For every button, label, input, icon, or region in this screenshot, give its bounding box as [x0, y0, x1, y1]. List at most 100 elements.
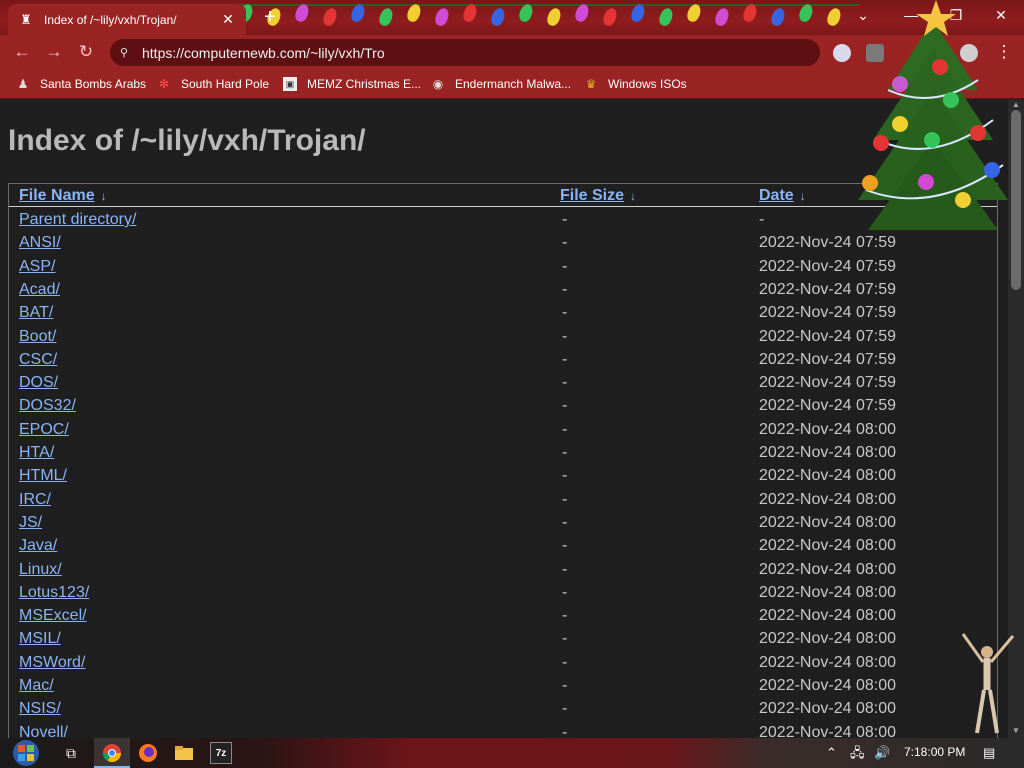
file-name-cell: Mac/: [19, 674, 54, 697]
directory-link[interactable]: NSIS/: [19, 700, 61, 717]
action-center-icon[interactable]: ▤: [983, 744, 995, 762]
trophy-icon: ♛: [585, 77, 597, 91]
directory-link[interactable]: Boot/: [19, 328, 56, 345]
file-explorer-icon[interactable]: [173, 742, 195, 764]
directory-link[interactable]: MSIL/: [19, 630, 61, 647]
bookmark-santa-bombs-arabs[interactable]: ♟ Santa Bombs Arabs: [16, 75, 146, 93]
directory-link[interactable]: HTA/: [19, 444, 54, 461]
file-name-cell: IRC/: [19, 488, 51, 511]
network-icon[interactable]: 🖧: [850, 744, 865, 762]
file-name-cell: ANSI/: [19, 231, 61, 254]
directory-link[interactable]: Novell/: [19, 724, 68, 738]
date-cell: 2022-Nov-24 07:59: [759, 350, 896, 368]
file-size-cell: -: [562, 560, 568, 578]
windows-taskbar: ⧉ 7z ⌃ 🖧 🔊 7:18:00 PM ▤: [0, 738, 1024, 768]
tab-close-icon[interactable]: ✕: [220, 11, 236, 28]
file-name-cell: JS/: [19, 511, 42, 534]
light-bulb-icon: [433, 6, 451, 28]
file-name-cell: HTML/: [19, 464, 67, 487]
column-header-file-name[interactable]: File Name ↓: [19, 184, 107, 207]
directory-link[interactable]: Parent directory/: [19, 211, 136, 228]
column-header-file-size[interactable]: File Size ↓: [560, 184, 636, 207]
table-row: Lotus123/ - 2022-Nov-24 08:00: [9, 581, 997, 604]
scrollbar-thumb[interactable]: [1011, 110, 1021, 290]
browser-tab[interactable]: ♜ Index of /~lily/vxh/Trojan/ ✕: [8, 4, 246, 35]
taskbar-clock[interactable]: 7:18:00 PM: [904, 745, 965, 759]
file-name-cell: BAT/: [19, 301, 53, 324]
file-size-cell: -: [562, 583, 568, 601]
directory-link[interactable]: Lotus123/: [19, 584, 89, 601]
date-cell: 2022-Nov-24 07:59: [759, 327, 896, 345]
bookmark-memz-christmas[interactable]: ▣ MEMZ Christmas E...: [283, 75, 421, 93]
chrome-icon[interactable]: [101, 742, 123, 764]
date-cell: 2022-Nov-24 08:00: [759, 677, 896, 694]
bookmark-windows-isos[interactable]: ♛ Windows ISOs: [584, 75, 687, 93]
light-bulb-icon: [713, 6, 731, 28]
file-name-cell: Java/: [19, 534, 57, 557]
file-size-cell: -: [562, 280, 568, 298]
light-bulb-icon: [741, 2, 759, 24]
date-cell: 2022-Nov-24 08:00: [759, 607, 896, 625]
directory-link[interactable]: Linux/: [19, 561, 62, 578]
directory-link[interactable]: MSExcel/: [19, 607, 87, 624]
directory-link[interactable]: Mac/: [19, 677, 54, 694]
light-bulb-icon: [321, 6, 339, 28]
forward-arrow-icon[interactable]: →: [42, 40, 66, 64]
file-size-cell: -: [562, 607, 568, 625]
sort-by-size-link[interactable]: File Size: [560, 187, 624, 204]
reload-icon[interactable]: ↻: [74, 40, 98, 64]
date-cell: 2022-Nov-24 07:59: [759, 280, 896, 298]
file-size-cell: -: [562, 677, 568, 694]
directory-link[interactable]: IRC/: [19, 491, 51, 508]
task-view-icon[interactable]: ⧉: [60, 742, 82, 764]
url-text[interactable]: https://computernewb.com/~lily/vxh/Tro: [142, 45, 385, 61]
table-row: Boot/ - 2022-Nov-24 07:59: [9, 325, 997, 348]
table-row: Java/ - 2022-Nov-24 08:00: [9, 534, 997, 557]
back-arrow-icon[interactable]: ←: [10, 40, 34, 64]
file-size-cell: -: [562, 420, 568, 438]
file-name-cell: HTA/: [19, 441, 54, 464]
file-size-cell: -: [562, 304, 568, 322]
file-size-cell: -: [562, 327, 568, 345]
light-bulb-icon: [657, 6, 675, 28]
column-header-date[interactable]: Date ↓: [759, 184, 806, 207]
directory-link[interactable]: Acad/: [19, 281, 60, 298]
date-cell: 2022-Nov-24 08:00: [759, 513, 896, 531]
light-bulb-icon: [293, 2, 311, 24]
firefox-icon[interactable]: [137, 742, 159, 764]
directory-link[interactable]: DOS/: [19, 374, 58, 391]
directory-link[interactable]: EPOC/: [19, 421, 69, 438]
7zip-icon[interactable]: 7z: [210, 742, 232, 764]
date-cell: 2022-Nov-24 08:00: [759, 700, 896, 718]
directory-link[interactable]: HTML/: [19, 467, 67, 484]
address-bar[interactable]: ⚲ https://computernewb.com/~lily/vxh/Tro: [110, 39, 820, 66]
show-hidden-icons-chevron-icon[interactable]: ⌃: [826, 744, 837, 762]
start-button-icon[interactable]: [8, 739, 44, 767]
directory-link[interactable]: DOS32/: [19, 397, 76, 414]
tab-title: Index of /~lily/vxh/Trojan/: [44, 12, 177, 27]
light-bulb-icon: [629, 2, 647, 24]
bookmark-endermanch-malware[interactable]: ◉ Endermanch Malwa...: [431, 75, 571, 93]
volume-icon[interactable]: 🔊: [874, 744, 890, 762]
file-size-cell: -: [562, 467, 568, 485]
directory-link[interactable]: Java/: [19, 537, 57, 554]
directory-link[interactable]: BAT/: [19, 304, 53, 321]
directory-link[interactable]: ANSI/: [19, 234, 61, 251]
bookmark-label: Santa Bombs Arabs: [40, 77, 147, 91]
sort-by-name-link[interactable]: File Name: [19, 187, 95, 204]
scroll-up-arrow-icon[interactable]: ▲: [1008, 100, 1024, 110]
directory-link[interactable]: JS/: [19, 514, 42, 531]
new-tab-button[interactable]: +: [258, 6, 282, 30]
file-size-cell: -: [562, 653, 568, 671]
file-size-cell: -: [562, 350, 568, 368]
light-bulb-icon: [769, 6, 787, 28]
bookmark-south-hard-pole[interactable]: ✻ South Hard Pole: [157, 75, 269, 93]
date-cell: 2022-Nov-24 08:00: [759, 583, 896, 601]
directory-link[interactable]: MSWord/: [19, 654, 85, 671]
directory-link[interactable]: CSC/: [19, 351, 57, 368]
sort-by-date-link[interactable]: Date: [759, 187, 794, 204]
light-bulb-icon: [405, 2, 423, 24]
directory-link[interactable]: ASP/: [19, 258, 55, 275]
image-icon: ▣: [283, 77, 297, 91]
site-info-icon[interactable]: ⚲: [120, 46, 134, 60]
